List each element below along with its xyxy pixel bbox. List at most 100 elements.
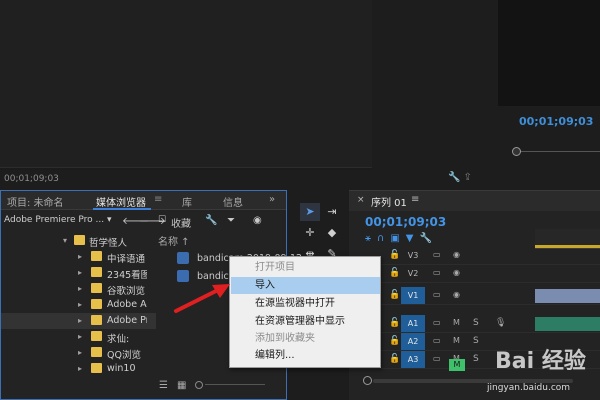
ripple-edit-tool-icon[interactable]: ✛ [300, 224, 320, 242]
menu-item-add-to-favorites[interactable]: 添加到收藏夹 [231, 330, 380, 347]
tree-item[interactable]: ▸ 2345看图 [1, 265, 156, 281]
razor-tool-icon[interactable]: ◆ [322, 224, 342, 242]
tree-item[interactable]: ▸ 中译语通 [1, 249, 156, 265]
tree-item-label: 谷歌浏览 [107, 286, 146, 297]
mute-button[interactable]: M [453, 318, 460, 327]
sync-icon[interactable]: ▭ [433, 268, 441, 277]
track-label[interactable]: A2 [401, 333, 425, 350]
close-icon[interactable]: × [357, 195, 365, 205]
sequence-tabs: × 序列 01 ≡ [349, 191, 600, 211]
tree-item[interactable]: ▸ 求仙: [1, 329, 156, 345]
chevron-right-icon[interactable]: ▸ [78, 316, 82, 325]
track-label[interactable]: A1 [401, 315, 425, 332]
tab-library[interactable]: 库 [182, 194, 192, 209]
selection-tool-icon[interactable]: ➤ [300, 203, 320, 221]
folder-icon [91, 267, 102, 277]
tree-item[interactable]: ▸ Adobe Ac [1, 297, 156, 313]
menu-item-import[interactable]: 导入 [231, 277, 380, 294]
menu-item-open-in-source-monitor[interactable]: 在源监视器中打开 [231, 295, 380, 312]
menu-item-reveal-in-explorer[interactable]: 在资源管理器中显示 [231, 313, 380, 330]
mute-button[interactable]: M [453, 336, 460, 345]
panel-menu-icon[interactable]: ≡ [411, 194, 419, 205]
linked-selection-icon[interactable]: ▣ [390, 233, 405, 244]
playhead-knob[interactable] [512, 147, 521, 156]
sync-icon[interactable]: ▭ [433, 354, 441, 363]
export-frame-icon[interactable]: ⇪ [463, 172, 474, 183]
chevron-right-icon[interactable]: ▸ [78, 252, 82, 261]
wrench-icon[interactable]: 🔧 [448, 172, 463, 183]
chevron-right-icon[interactable]: ▸ [78, 364, 82, 373]
icon-view-icon[interactable]: ▦ [177, 380, 186, 391]
sync-icon[interactable]: ▭ [433, 290, 441, 299]
sync-icon[interactable]: ▭ [433, 318, 441, 327]
tab-sequence[interactable]: 序列 01 [371, 194, 407, 209]
time-ruler[interactable] [535, 229, 600, 249]
menu-item-open-project[interactable]: 打开项目 [231, 259, 380, 276]
zoom-slider-knob[interactable] [195, 381, 203, 389]
chevron-down-icon[interactable]: ▾ [63, 236, 67, 245]
video-clip[interactable] [535, 289, 600, 303]
tab-info[interactable]: 信息 [223, 194, 243, 209]
track-label[interactable]: A3 [401, 351, 425, 368]
folder-icon [91, 283, 102, 293]
eye-icon[interactable]: ◉ [453, 250, 460, 259]
chevron-right-icon[interactable]: ▸ [78, 332, 82, 341]
solo-button[interactable]: S [473, 336, 479, 346]
marker-icon[interactable]: ▼ [406, 233, 420, 244]
video-file-icon [177, 252, 189, 264]
chevron-right-icon[interactable]: ▸ [78, 268, 82, 277]
eye-icon[interactable]: ◉ [253, 215, 262, 226]
tab-media-browser[interactable]: 媒体浏览器 [96, 194, 146, 209]
sync-icon[interactable]: ▭ [433, 250, 441, 259]
wrench-icon[interactable]: 🔧 [205, 215, 217, 226]
program-timecode: 00;01;09;03 [519, 115, 594, 128]
ingest-source-select[interactable]: Adobe Premiere Pro ... ▾ [4, 215, 114, 229]
lock-icon[interactable]: 🔓 [389, 250, 400, 260]
panel-menu-icon[interactable]: ≡ [154, 194, 162, 205]
master-mute-button[interactable]: M [449, 359, 465, 371]
filter-icon[interactable]: ⏷ [227, 215, 235, 226]
chevron-right-icon[interactable]: ▸ [78, 348, 82, 357]
sequence-timecode[interactable]: 00;01;09;03 [365, 215, 446, 229]
track-label[interactable]: V2 [401, 265, 425, 282]
folder-icon [91, 363, 102, 373]
snap-icon[interactable]: ∩ [377, 233, 390, 244]
wrench-icon[interactable]: 🔧 [419, 233, 437, 244]
list-view-icon[interactable]: ☰ [159, 380, 168, 391]
zoom-slider-track[interactable] [205, 384, 265, 385]
tab-project[interactable]: 项目: 未命名 [7, 194, 64, 209]
source-timecode: 00;01;09;03 [4, 174, 59, 184]
tree-item[interactable]: ▸ 谷歌浏览 [1, 281, 156, 297]
lock-icon[interactable]: 🔓 [389, 290, 400, 300]
chevron-right-icon[interactable]: ▸ [78, 284, 82, 293]
track-select-tool-icon[interactable]: ⇥ [322, 203, 342, 221]
solo-button[interactable]: S [473, 318, 479, 328]
lock-icon[interactable]: 🔓 [389, 318, 400, 328]
microphone-icon[interactable]: 🎙 [495, 318, 506, 328]
audio-clip[interactable] [535, 317, 600, 331]
tree-item[interactable]: ▸ win10 [1, 361, 156, 377]
track-label[interactable]: V3 [401, 247, 425, 264]
checkbox-favorites[interactable]: ☐ [158, 215, 166, 225]
lock-icon[interactable]: 🔓 [389, 354, 400, 364]
scroll-knob[interactable] [363, 376, 372, 385]
eye-icon[interactable]: ◉ [453, 268, 460, 277]
source-controls: 🔧⇪ [448, 172, 475, 183]
tree-item[interactable]: ▸ Adobe Pr [1, 313, 156, 329]
eye-icon[interactable]: ◉ [453, 290, 460, 299]
solo-button[interactable]: S [473, 354, 479, 364]
more-tabs-icon[interactable]: » [269, 194, 275, 205]
tree-item-label: 2345看图 [107, 270, 147, 281]
tree-item-label: Adobe Ac [107, 299, 147, 310]
menu-item-edit-columns[interactable]: 编辑列... [231, 347, 380, 364]
nest-icon[interactable]: ⚹ [365, 233, 377, 244]
track-label[interactable]: V1 [401, 287, 425, 304]
lock-icon[interactable]: 🔓 [389, 268, 400, 278]
sync-icon[interactable]: ▭ [433, 336, 441, 345]
files-name-column-header[interactable]: 名称 ↑ [158, 233, 190, 248]
tree-item[interactable]: ▾ 哲学怪人 [1, 233, 156, 249]
chevron-right-icon[interactable]: ▸ [78, 300, 82, 309]
tree-item[interactable]: ▸ QQ浏览 [1, 345, 156, 361]
lock-icon[interactable]: 🔓 [389, 336, 400, 346]
program-scrubber[interactable] [512, 147, 600, 157]
